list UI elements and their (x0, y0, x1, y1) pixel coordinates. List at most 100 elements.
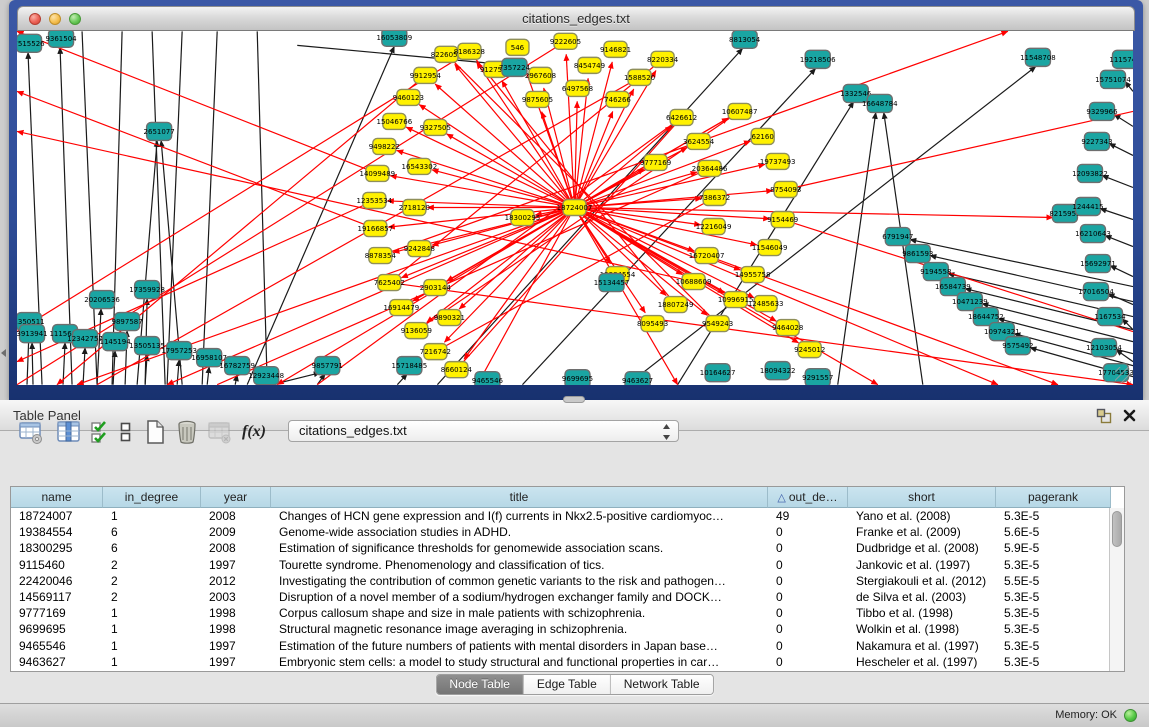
table-cell[interactable]: 18300295 (11, 540, 103, 556)
graph-node[interactable] (599, 274, 624, 292)
graph-node[interactable] (73, 330, 98, 348)
graph-edge[interactable] (257, 31, 267, 384)
graph-edge[interactable] (152, 31, 165, 384)
graph-node[interactable] (17, 34, 42, 52)
column-header-in_degree[interactable]: in_degree (103, 487, 201, 508)
column-header-title[interactable]: title (271, 487, 768, 508)
graph-node[interactable] (776, 320, 799, 336)
graph-node[interactable] (511, 210, 534, 226)
graph-edge[interactable] (1102, 175, 1133, 187)
column-header-year[interactable]: year (201, 487, 271, 508)
window-titlebar[interactable]: citations_edges.txt (17, 6, 1135, 31)
table-cell[interactable]: Changes of HCN gene expression and I(f) … (271, 508, 768, 524)
table-cell[interactable]: Embryonic stem cells: a model to study s… (271, 654, 768, 670)
table-row[interactable]: 977716911998Corpus callosum shape and si… (11, 605, 1109, 621)
graph-node[interactable] (566, 80, 589, 96)
graph-node[interactable] (364, 221, 387, 237)
resize-grip[interactable] (1115, 367, 1131, 383)
graph-edge[interactable] (1110, 266, 1133, 277)
close-panel-icon[interactable] (1123, 409, 1136, 422)
table-cell[interactable]: 5.9E-5 (996, 540, 1109, 556)
table-cell[interactable]: Franke et al. (2009) (848, 524, 996, 540)
table-cell[interactable]: 0 (768, 573, 848, 589)
table-cell[interactable]: 0 (768, 654, 848, 670)
graph-node[interactable] (774, 181, 797, 197)
graph-node[interactable] (363, 192, 386, 208)
table-cell[interactable]: Estimation of significance thresholds fo… (271, 540, 768, 556)
graph-edge[interactable] (574, 207, 1052, 217)
table-row[interactable]: 2242004622012Investigating the contribut… (11, 573, 1109, 589)
graph-edge[interactable] (177, 360, 179, 385)
citation-network-graph[interactable]: 1872400718300295822605899129549460123150… (17, 31, 1133, 385)
graph-node[interactable] (526, 91, 549, 107)
graph-node[interactable] (445, 362, 468, 378)
graph-node[interactable] (506, 39, 529, 55)
graph-node[interactable] (765, 362, 790, 380)
table-row[interactable]: 1938455462009Genome-wide association stu… (11, 524, 1109, 540)
graph-edge[interactable] (1109, 143, 1133, 155)
graph-edge[interactable] (207, 367, 209, 385)
table-row[interactable]: 1830029562008Estimation of significance … (11, 540, 1109, 556)
table-cell[interactable]: 6 (103, 540, 201, 556)
table-cell[interactable]: 0 (768, 621, 848, 637)
table-cell[interactable]: 6 (103, 524, 201, 540)
table-cell[interactable]: 19384554 (11, 524, 103, 540)
table-cell[interactable]: Tourette syndrome. Phenomenology and cla… (271, 557, 768, 573)
table-cell[interactable]: 9699695 (11, 621, 103, 637)
table-cell[interactable]: 9777169 (11, 605, 103, 621)
graph-node[interactable] (1085, 255, 1110, 273)
graph-node[interactable] (115, 313, 140, 331)
graph-node[interactable] (1052, 204, 1077, 222)
graph-node[interactable] (1005, 337, 1030, 355)
graph-node[interactable] (254, 367, 279, 385)
graph-node[interactable] (1075, 197, 1100, 215)
graph-node[interactable] (754, 296, 777, 312)
table-cell[interactable]: 5.3E-5 (996, 654, 1109, 670)
graph-edge[interactable] (83, 348, 85, 385)
graph-node[interactable] (706, 316, 729, 332)
graph-node[interactable] (664, 297, 687, 313)
graph-node[interactable] (424, 344, 447, 360)
table-cell[interactable]: 0 (768, 605, 848, 621)
column-header-pagerank[interactable]: pagerank (996, 487, 1111, 508)
vertical-scrollbar[interactable] (1109, 508, 1124, 671)
table-cell[interactable]: Investigating the contribution of common… (271, 573, 768, 589)
memory-ok-indicator[interactable] (1124, 709, 1137, 722)
row-options-icon[interactable] (119, 419, 132, 445)
graph-node[interactable] (905, 245, 930, 263)
table-cell[interactable]: 9115460 (11, 557, 103, 573)
table-cell[interactable]: Jankovic et al. (1997) (848, 557, 996, 573)
graph-node[interactable] (424, 119, 447, 135)
graph-edge[interactable] (566, 54, 574, 207)
table-cell[interactable]: 2 (103, 589, 201, 605)
tab-node-table[interactable]: Node Table (436, 675, 523, 694)
table-cell[interactable]: 2003 (201, 589, 271, 605)
table-cell[interactable]: 5.3E-5 (996, 557, 1109, 573)
graph-node[interactable] (373, 138, 396, 154)
graph-edge[interactable] (217, 168, 709, 384)
graph-node[interactable] (225, 357, 250, 375)
column-header-name[interactable]: name (11, 487, 103, 508)
graph-node[interactable] (805, 369, 830, 385)
graph-node[interactable] (670, 109, 693, 125)
table-cell[interactable]: 5.3E-5 (996, 621, 1109, 637)
graph-edge[interactable] (838, 112, 876, 384)
scrollbar-thumb[interactable] (1112, 511, 1122, 547)
graph-edge[interactable] (1105, 236, 1133, 247)
graph-node[interactable] (383, 113, 406, 129)
graph-node[interactable] (1083, 283, 1108, 301)
table-cell[interactable]: Structural magnetic resonance image aver… (271, 621, 768, 637)
graph-node[interactable] (397, 357, 422, 375)
graph-node[interactable] (435, 46, 458, 62)
graph-node[interactable] (565, 370, 590, 385)
splitter-handle[interactable] (563, 396, 585, 403)
table-cell[interactable]: Estimation of the future numbers of pati… (271, 638, 768, 654)
graph-node[interactable] (563, 199, 586, 215)
graph-node[interactable] (1091, 339, 1116, 357)
graph-node[interactable] (758, 240, 781, 256)
table-cell[interactable]: 14569117 (11, 589, 103, 605)
graph-node[interactable] (408, 158, 431, 174)
graph-edge[interactable] (1114, 114, 1133, 126)
graph-edge[interactable] (97, 309, 101, 385)
table-row[interactable]: 969969511998Structural magnetic resonanc… (11, 621, 1109, 637)
